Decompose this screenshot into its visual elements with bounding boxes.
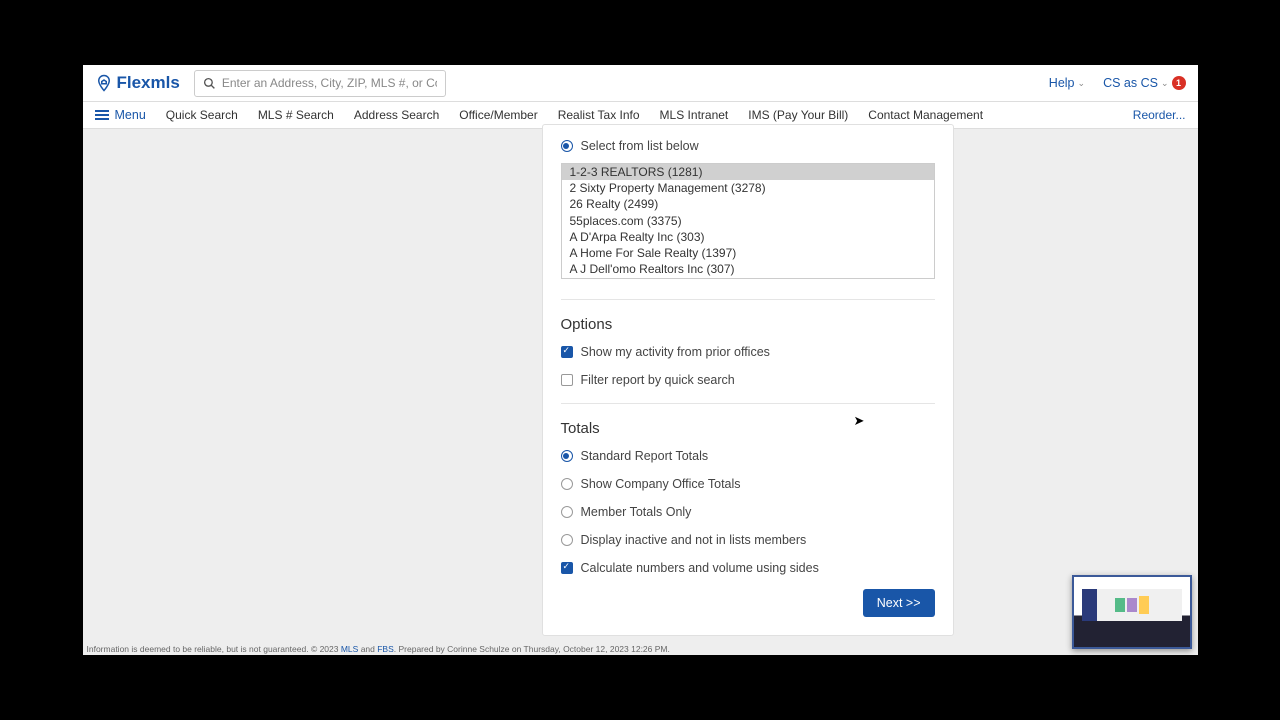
list-item[interactable]: 2 Sixty Property Management (3278) xyxy=(562,180,934,196)
menu-button[interactable]: Menu xyxy=(95,108,146,122)
totals-inactive[interactable]: Display inactive and not in lists member… xyxy=(561,533,935,547)
location-pin-icon xyxy=(95,74,113,92)
list-item[interactable]: A J Dell'omo Realtors Inc (307) xyxy=(562,261,934,277)
reorder-link[interactable]: Reorder... xyxy=(1133,108,1186,122)
totals-member-label: Member Totals Only xyxy=(581,505,692,519)
checkbox-icon xyxy=(561,346,573,358)
user-menu[interactable]: CS as CS ⌄ 1 xyxy=(1103,76,1185,90)
search-icon xyxy=(203,77,216,90)
radio-icon xyxy=(561,478,573,490)
select-from-list-option[interactable]: Select from list below xyxy=(561,139,935,153)
opt-prior-offices[interactable]: Show my activity from prior offices xyxy=(561,345,935,359)
notification-badge[interactable]: 1 xyxy=(1172,76,1186,90)
menu-label: Menu xyxy=(115,108,146,122)
nav-links: Quick Search MLS # Search Address Search… xyxy=(166,108,983,122)
content-area: Select from list below 1-2-3 REALTORS (1… xyxy=(83,129,1198,645)
brand-text: Flexmls xyxy=(117,73,180,93)
help-label: Help xyxy=(1049,76,1075,90)
totals-title: Totals xyxy=(561,420,935,437)
totals-standard[interactable]: Standard Report Totals xyxy=(561,449,935,463)
radio-icon xyxy=(561,534,573,546)
office-listbox[interactable]: 1-2-3 REALTORS (1281) 2 Sixty Property M… xyxy=(561,163,935,279)
footer-suffix: . Prepared by Corinne Schulze on Thursda… xyxy=(394,644,670,654)
chevron-down-icon: ⌄ xyxy=(1161,78,1169,89)
nav-mls-search[interactable]: MLS # Search xyxy=(258,108,334,122)
nav-contact-mgmt[interactable]: Contact Management xyxy=(868,108,983,122)
totals-sides-label: Calculate numbers and volume using sides xyxy=(581,561,819,575)
nav-quick-search[interactable]: Quick Search xyxy=(166,108,238,122)
global-search[interactable] xyxy=(194,70,446,97)
radio-icon xyxy=(561,450,573,462)
divider xyxy=(561,299,935,300)
nav-mls-intranet[interactable]: MLS Intranet xyxy=(660,108,729,122)
totals-inactive-label: Display inactive and not in lists member… xyxy=(581,533,807,547)
checkbox-icon xyxy=(561,374,573,386)
header-bar: Flexmls Help ⌄ CS as CS ⌄ 1 xyxy=(83,65,1198,102)
list-item[interactable]: A J Sica Enterprises Inc (1020) xyxy=(562,277,934,279)
picture-in-picture-thumbnail[interactable] xyxy=(1072,575,1192,649)
opt-prior-offices-label: Show my activity from prior offices xyxy=(581,345,770,359)
user-label: CS as CS xyxy=(1103,76,1158,90)
list-item[interactable]: 55places.com (3375) xyxy=(562,213,934,229)
nav-ims[interactable]: IMS (Pay Your Bill) xyxy=(748,108,848,122)
footer-mid: and xyxy=(358,644,377,654)
list-item[interactable]: 1-2-3 REALTORS (1281) xyxy=(562,164,934,180)
divider xyxy=(561,403,935,404)
report-form-card: Select from list below 1-2-3 REALTORS (1… xyxy=(542,124,954,636)
footer-link-mls[interactable]: MLS xyxy=(341,644,358,654)
options-title: Options xyxy=(561,316,935,333)
select-from-list-label: Select from list below xyxy=(581,139,699,153)
footer-link-fbs[interactable]: FBS xyxy=(377,644,394,654)
opt-filter-quick[interactable]: Filter report by quick search xyxy=(561,373,935,387)
list-item[interactable]: A Home For Sale Realty (1397) xyxy=(562,245,934,261)
footer-prefix: Information is deemed to be reliable, bu… xyxy=(87,644,341,654)
help-menu[interactable]: Help ⌄ xyxy=(1049,76,1085,90)
hamburger-icon xyxy=(95,110,109,120)
totals-company[interactable]: Show Company Office Totals xyxy=(561,477,935,491)
chevron-down-icon: ⌄ xyxy=(1078,78,1086,89)
list-item[interactable]: 26 Realty (2499) xyxy=(562,196,934,212)
checkbox-icon xyxy=(561,562,573,574)
totals-standard-label: Standard Report Totals xyxy=(581,449,709,463)
list-item[interactable]: A D'Arpa Realty Inc (303) xyxy=(562,229,934,245)
nav-office-member[interactable]: Office/Member xyxy=(459,108,537,122)
opt-filter-quick-label: Filter report by quick search xyxy=(581,373,735,387)
totals-member[interactable]: Member Totals Only xyxy=(561,505,935,519)
next-button[interactable]: Next >> xyxy=(863,589,935,617)
nav-address-search[interactable]: Address Search xyxy=(354,108,439,122)
global-search-input[interactable] xyxy=(222,76,437,90)
totals-company-label: Show Company Office Totals xyxy=(581,477,741,491)
nav-realist-tax[interactable]: Realist Tax Info xyxy=(558,108,640,122)
footer-disclaimer: Information is deemed to be reliable, bu… xyxy=(83,643,674,655)
brand-logo[interactable]: Flexmls xyxy=(95,73,180,93)
app-frame: Flexmls Help ⌄ CS as CS ⌄ 1 xyxy=(83,65,1198,655)
radio-icon xyxy=(561,506,573,518)
radio-icon xyxy=(561,140,573,152)
totals-sides[interactable]: Calculate numbers and volume using sides xyxy=(561,561,935,575)
